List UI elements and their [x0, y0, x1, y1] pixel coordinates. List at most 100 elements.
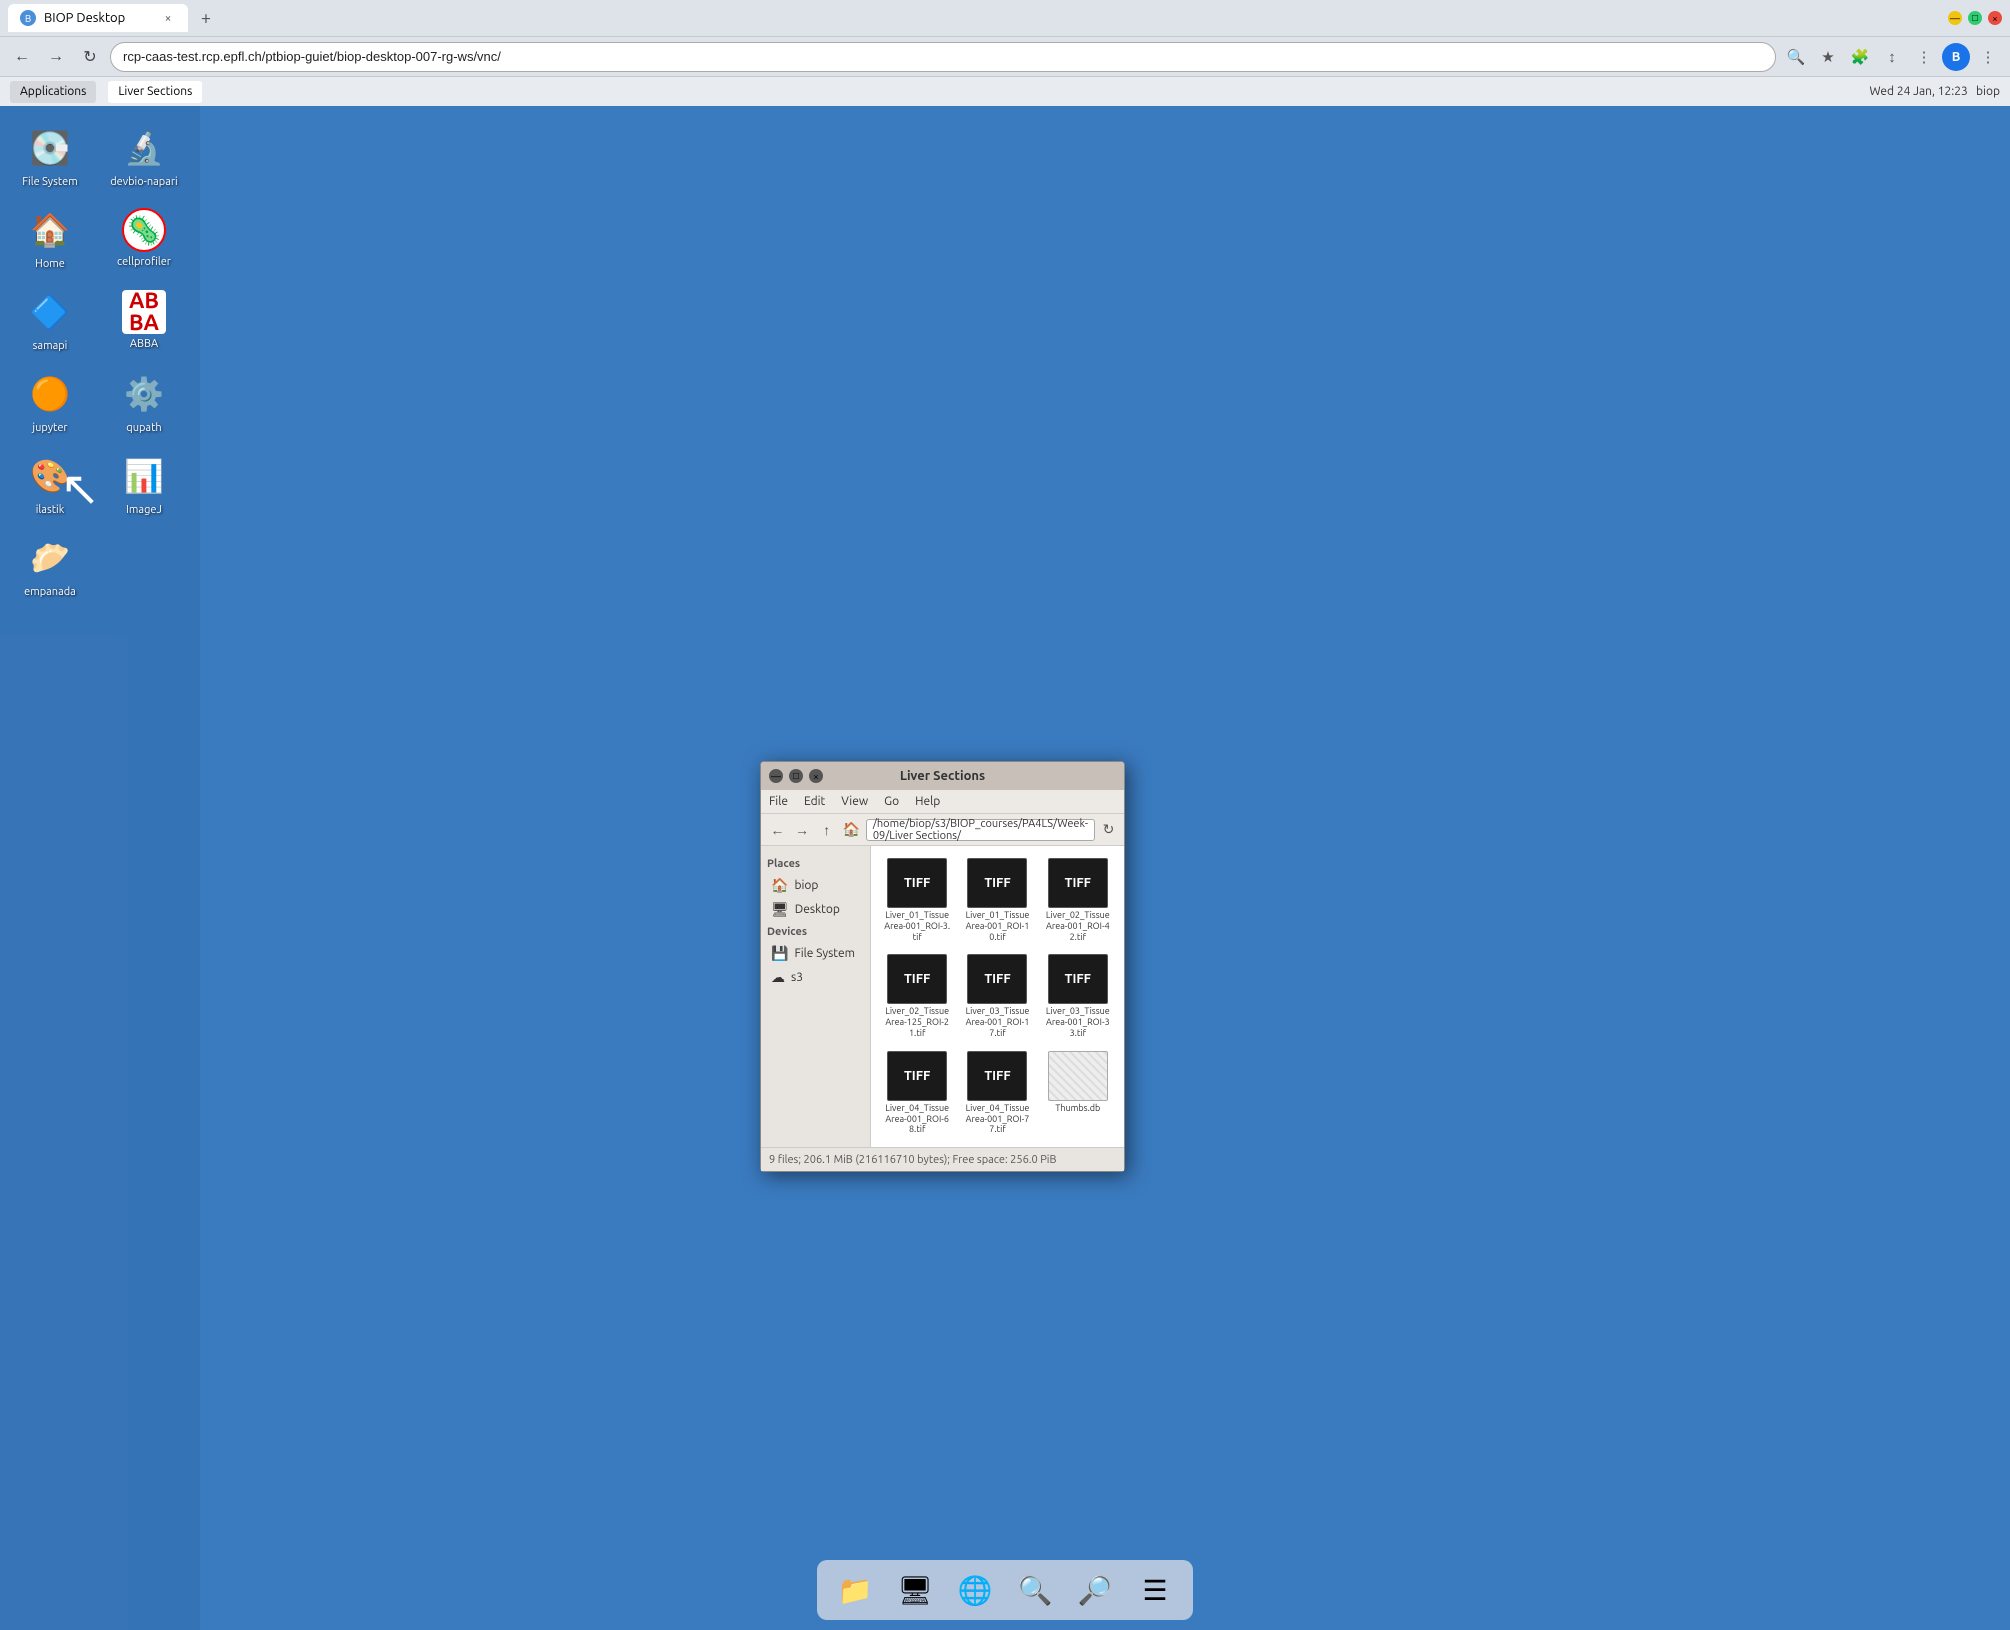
file-thumb-6: TIFF	[1048, 954, 1108, 1004]
desktop-icon-home[interactable]: 🏠 Home	[5, 198, 95, 278]
desktop-icon-abba[interactable]: ABBA ABBA	[99, 280, 189, 360]
fm-refresh-button[interactable]: ↻	[1099, 819, 1118, 841]
back-button[interactable]: ←	[8, 43, 36, 71]
taskbar-search[interactable]: 🔍	[1009, 1564, 1061, 1616]
file-item-5[interactable]: TIFF Liver_03_TissueArea-001_ROI-17.tif	[959, 950, 1035, 1042]
fm-sidebar-s3[interactable]: ☁ s3	[767, 966, 864, 988]
fm-statusbar: 9 files; 206.1 MiB (216116710 bytes); Fr…	[761, 1147, 1124, 1171]
fm-sidebar-biop[interactable]: 🏠 biop	[767, 874, 864, 896]
fm-menu-edit[interactable]: Edit	[804, 795, 825, 808]
fm-maximize-button[interactable]: □	[789, 769, 803, 783]
more-button[interactable]: ⋮	[1974, 43, 2002, 71]
fm-menu-file[interactable]: File	[769, 795, 788, 808]
browser-window: B BIOP Desktop × + — □ × ← → ↻ 🔍 ★ 🧩 ↕ ⋮…	[0, 0, 2010, 1630]
fm-menu-go[interactable]: Go	[884, 795, 899, 808]
file-item-4[interactable]: TIFF Liver_02_TissueArea-125_ROI-21.tif	[879, 950, 955, 1042]
file-item-3[interactable]: TIFF Liver_02_TissueArea-001_ROI-42.tif	[1040, 854, 1116, 946]
bookmark-icon[interactable]: ★	[1814, 43, 1842, 71]
file-name-9: Thumbs.db	[1055, 1103, 1100, 1114]
url-input[interactable]	[110, 42, 1776, 72]
taskbar-browser[interactable]: 🌐	[949, 1564, 1001, 1616]
jupyter-label: jupyter	[32, 422, 67, 434]
fm-sidebar-desktop[interactable]: 🖥 Desktop	[767, 898, 864, 920]
qupath-icon: ⚙️	[120, 370, 168, 418]
profile-button[interactable]: B	[1942, 43, 1970, 71]
desktop-icon-cellprofiler[interactable]: 🦠 cellprofiler	[99, 198, 189, 278]
file-thumb-3: TIFF	[1048, 858, 1108, 908]
minimize-button[interactable]: —	[1948, 11, 1962, 25]
fm-sidebar: Places 🏠 biop 🖥 Desktop Devices 💾 F	[761, 846, 871, 1147]
fm-s3-label: s3	[791, 971, 803, 984]
fm-home-button[interactable]: 🏠	[841, 818, 862, 842]
empanada-icon: 🥟	[26, 534, 74, 582]
file-item-9[interactable]: Thumbs.db	[1040, 1047, 1116, 1139]
browser-window-controls: — □ ×	[1948, 11, 2002, 25]
reload-button[interactable]: ↻	[76, 43, 104, 71]
search-icon[interactable]: 🔍	[1782, 43, 1810, 71]
file-item-8[interactable]: TIFF Liver_04_TissueArea-001_ROI-77.tif	[959, 1047, 1035, 1139]
close-button[interactable]: ×	[1988, 11, 2002, 25]
imagej-icon: 📊	[120, 452, 168, 500]
jupyter-icon: 🟠	[26, 370, 74, 418]
liver-sections-tab[interactable]: Liver Sections	[108, 81, 202, 103]
file-name-8: Liver_04_TissueArea-001_ROI-77.tif	[963, 1103, 1031, 1135]
browser-titlebar: B BIOP Desktop × + — □ ×	[0, 0, 2010, 36]
filesystem-label: File System	[22, 176, 78, 188]
file-thumb-5: TIFF	[967, 954, 1027, 1004]
fm-forward-button[interactable]: →	[792, 818, 813, 842]
desktop-icon-devbio-napari[interactable]: 🔬 devbio-napari	[99, 116, 189, 196]
extension-icon[interactable]: 🧩	[1846, 43, 1874, 71]
empanada-label: empanada	[24, 586, 76, 598]
samapi-label: samapi	[33, 340, 68, 352]
fm-content: TIFF Liver_01_TissueArea-001_ROI-3.tif T…	[871, 846, 1124, 1147]
fm-up-button[interactable]: ↑	[816, 818, 837, 842]
file-name-6: Liver_03_TissueArea-001_ROI-33.tif	[1044, 1006, 1112, 1038]
tab-close-button[interactable]: ×	[160, 10, 176, 26]
desktop-icon-jupyter[interactable]: 🟠 jupyter	[5, 362, 95, 442]
fm-menu-help[interactable]: Help	[915, 795, 940, 808]
fm-close-button[interactable]: ×	[809, 769, 823, 783]
fm-menubar: File Edit View Go Help	[761, 790, 1124, 814]
biop-folder-icon: 🏠	[771, 877, 788, 894]
main-content: 💽 File System 🔬 devbio-napari 🏠 Home 🦠	[0, 106, 2010, 1630]
fm-minimize-button[interactable]: —	[769, 769, 783, 783]
fm-sidebar-filesystem[interactable]: 💾 File System	[767, 942, 864, 964]
maximize-button[interactable]: □	[1968, 11, 1982, 25]
file-name-4: Liver_02_TissueArea-125_ROI-21.tif	[883, 1006, 951, 1038]
fm-menu-view[interactable]: View	[841, 795, 868, 808]
desktop-sidebar: 💽 File System 🔬 devbio-napari 🏠 Home 🦠	[0, 106, 200, 1630]
forward-button[interactable]: →	[42, 43, 70, 71]
cellprofiler-label: cellprofiler	[117, 256, 171, 268]
taskbar-menu[interactable]: ☰	[1129, 1564, 1181, 1616]
taskbar-terminal[interactable]: 🖥	[889, 1564, 941, 1616]
desktop-icon-samapi[interactable]: 🔷 samapi	[5, 280, 95, 360]
fm-back-button[interactable]: ←	[767, 818, 788, 842]
browser-tab-active[interactable]: B BIOP Desktop ×	[8, 4, 188, 32]
desktop-icon-ilastik[interactable]: 🎨 ilastik	[5, 444, 95, 524]
applications-button[interactable]: Applications	[10, 81, 96, 103]
desktop-icon-qupath[interactable]: ⚙️ qupath	[99, 362, 189, 442]
desktop-icon-imagej[interactable]: 📊 ImageJ	[99, 444, 189, 524]
taskbar-files[interactable]: 📁	[829, 1564, 881, 1616]
file-item-6[interactable]: TIFF Liver_03_TissueArea-001_ROI-33.tif	[1040, 950, 1116, 1042]
devbio-napari-icon: 🔬	[120, 124, 168, 172]
abba-label: ABBA	[130, 338, 158, 350]
settings-icon[interactable]: ⋮	[1910, 43, 1938, 71]
file-manager-window: — □ × Liver Sections File Edit View Go H…	[760, 761, 1125, 1172]
devbio-napari-label: devbio-napari	[110, 176, 177, 188]
abba-icon: ABBA	[122, 290, 166, 334]
desktop-icon-filesystem[interactable]: 💽 File System	[5, 116, 95, 196]
taskbar-magnifier[interactable]: 🔎	[1069, 1564, 1121, 1616]
desktop-icon-empanada[interactable]: 🥟 empanada	[5, 526, 95, 606]
file-item-1[interactable]: TIFF Liver_01_TissueArea-001_ROI-3.tif	[879, 854, 955, 946]
fm-path-bar[interactable]: /home/biop/s3/BIOP_courses/PA4LS/Week-09…	[866, 819, 1095, 841]
fm-places-header: Places	[767, 858, 864, 870]
new-tab-button[interactable]: +	[192, 4, 220, 32]
fm-file-grid: TIFF Liver_01_TissueArea-001_ROI-3.tif T…	[879, 854, 1116, 1139]
sync-icon[interactable]: ↕	[1878, 43, 1906, 71]
fm-body: Places 🏠 biop 🖥 Desktop Devices 💾 F	[761, 846, 1124, 1147]
file-item-2[interactable]: TIFF Liver_01_TissueArea-001_ROI-10.tif	[959, 854, 1035, 946]
home-icon: 🏠	[26, 206, 74, 254]
file-item-7[interactable]: TIFF Liver_04_TissueArea-001_ROI-68.tif	[879, 1047, 955, 1139]
fm-filesystem-label: File System	[794, 947, 855, 960]
